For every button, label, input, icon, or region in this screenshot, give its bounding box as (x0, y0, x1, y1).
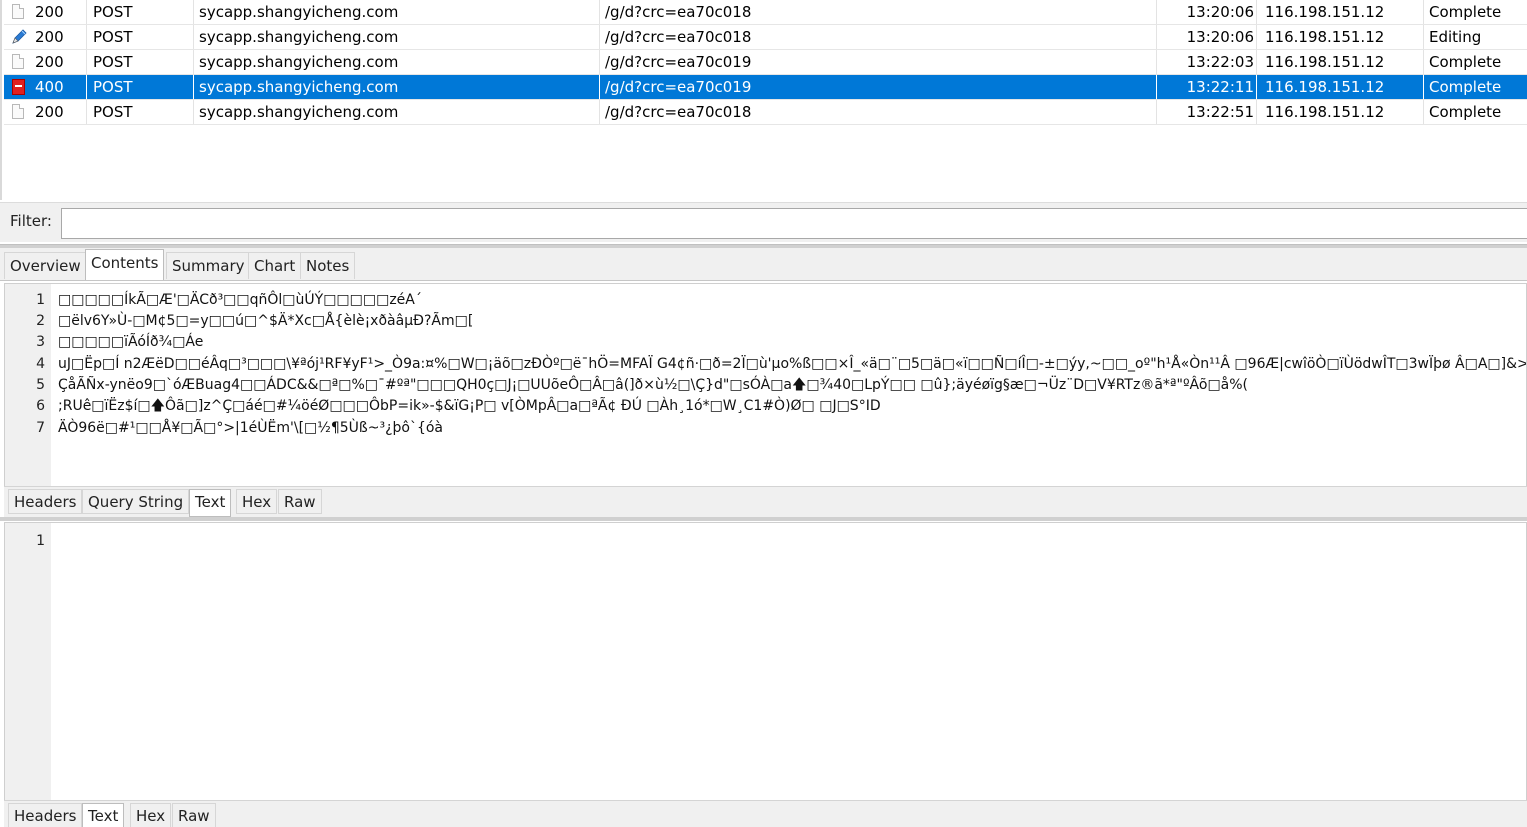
line-number: 7 (36, 420, 45, 436)
status-code-cell: 200 (32, 100, 87, 124)
status-code-cell: 200 (32, 50, 87, 74)
tab-headers[interactable]: Headers (8, 489, 83, 514)
state-cell: Complete (1429, 103, 1502, 121)
line-number-gutter (5, 523, 51, 800)
path-cell: /g/d?crc=ea70c018 (602, 0, 1157, 24)
time-cell: 13:20:06 (1159, 0, 1257, 24)
request-list[interactable]: 200 POST sycapp.shangyicheng.com /g/d?cr… (0, 0, 1527, 200)
request-status-icon (6, 25, 28, 49)
path-cell: /g/d?crc=ea70c018 (602, 25, 1157, 49)
method-cell: POST (90, 100, 194, 124)
time-cell: 13:22:03 (1159, 50, 1257, 74)
time-cell: 13:22:51 (1159, 100, 1257, 124)
method-cell: POST (90, 50, 194, 74)
document-icon (12, 104, 24, 119)
remote-ip-cell: 116.198.151.12 (1262, 0, 1424, 24)
line-number: 6 (36, 398, 45, 414)
request-row[interactable]: 200 POST sycapp.shangyicheng.com /g/d?cr… (4, 25, 1527, 50)
host-cell: sycapp.shangyicheng.com (196, 75, 600, 99)
line-text: □□□□□ÍkÃ□Æ'□ÄCð³□□qñÔl□ùÚÝ□□□□□zéA´ (58, 292, 422, 308)
vertical-splitter[interactable] (0, 517, 1527, 521)
remote-ip-cell: 116.198.151.12 (1262, 50, 1424, 74)
error-document-icon (12, 79, 25, 95)
line-text: □ëlv6Y»Ù-□M¢5□=y□□ú□^$Ä*Xc□Å{èlè¡xðàâµÐ?… (58, 313, 474, 329)
state-cell: Editing (1429, 28, 1482, 46)
line-text: □□□□□ïÃóÍð¾□Áe (58, 334, 204, 350)
edit-pen-icon (12, 29, 27, 44)
line-text: ;RUê□ïËz$í□🡅Ôã□]z^Ç□áé□#¼öéØ□□□ÔbP=ik»-$… (58, 398, 881, 414)
host-cell: sycapp.shangyicheng.com (196, 25, 600, 49)
path-cell: /g/d?crc=ea70c019 (602, 75, 1157, 99)
host-cell: sycapp.shangyicheng.com (196, 0, 600, 24)
time-cell: 13:22:11 (1159, 75, 1257, 99)
tab-query-string[interactable]: Query String (82, 489, 190, 514)
state-cell: Complete (1429, 78, 1502, 96)
tab-chart[interactable]: Chart (248, 252, 302, 279)
request-view-tabs: Headers Query String Text Hex Raw (4, 486, 1527, 517)
method-cell: POST (90, 0, 194, 24)
state-cell: Complete (1429, 3, 1502, 21)
tab-summary[interactable]: Summary (166, 252, 251, 279)
document-icon (12, 4, 24, 19)
line-number: 1 (36, 292, 45, 308)
state-cell: Complete (1429, 53, 1502, 71)
line-number: 5 (36, 377, 45, 393)
tab-notes[interactable]: Notes (300, 252, 356, 279)
request-body-editor[interactable]: 1 □□□□□ÍkÃ□Æ'□ÄCð³□□qñÔl□ùÚÝ□□□□□zéA´ 2 … (4, 283, 1527, 487)
request-row-selected[interactable]: 400 POST sycapp.shangyicheng.com /g/d?cr… (4, 75, 1527, 100)
method-cell: POST (90, 75, 194, 99)
method-cell: POST (90, 25, 194, 49)
line-number: 1 (36, 533, 45, 549)
status-code-cell: 200 (32, 25, 87, 49)
line-text: ÄÒ96ë□#¹□□Å¥□Ã□°>|1éÙËm'\[□½¶5Ùß~³¿þô`{ó… (58, 420, 443, 436)
filter-bar: Filter: (0, 202, 1527, 242)
line-number: 3 (36, 334, 45, 350)
path-cell: /g/d?crc=ea70c019 (602, 50, 1157, 74)
inspector-tabs: Overview Contents Summary Chart Notes (0, 248, 1527, 281)
tab-contents[interactable]: Contents (85, 249, 165, 280)
line-text: ÇåÃÑx-ynëo9□`óÆBuag4□□ÁDC&&□ª□%□¯#ºª"□□□… (58, 377, 1249, 393)
request-row[interactable]: 200 POST sycapp.shangyicheng.com /g/d?cr… (4, 50, 1527, 75)
path-cell: /g/d?crc=ea70c018 (602, 100, 1157, 124)
tab-text[interactable]: Text (82, 803, 125, 827)
request-status-icon (6, 75, 28, 99)
line-number: 4 (36, 356, 45, 372)
tab-overview[interactable]: Overview (4, 252, 87, 279)
line-number: 2 (36, 313, 45, 329)
tab-text[interactable]: Text (189, 489, 232, 517)
request-row[interactable]: 200 POST sycapp.shangyicheng.com /g/d?cr… (4, 100, 1527, 125)
status-code-cell: 200 (32, 0, 87, 24)
filter-label: Filter: (10, 212, 52, 230)
tab-hex[interactable]: Hex (236, 489, 278, 514)
response-view-tabs: Headers Text Hex Raw (4, 800, 1527, 827)
host-cell: sycapp.shangyicheng.com (196, 50, 600, 74)
line-text: uJ□Ëp□Í n2ÆëD□□éÂq□³□□□\¥ªój¹RF¥yF¹>_Ò9a… (58, 356, 1527, 372)
filter-input[interactable] (61, 208, 1527, 239)
remote-ip-cell: 116.198.151.12 (1262, 25, 1424, 49)
remote-ip-cell: 116.198.151.12 (1262, 75, 1424, 99)
request-row[interactable]: 200 POST sycapp.shangyicheng.com /g/d?cr… (4, 0, 1527, 25)
document-icon (12, 54, 24, 69)
tab-headers[interactable]: Headers (8, 803, 83, 827)
time-cell: 13:20:06 (1159, 25, 1257, 49)
tab-raw[interactable]: Raw (172, 803, 216, 827)
status-code-cell: 400 (32, 75, 87, 99)
tab-hex[interactable]: Hex (130, 803, 172, 827)
request-status-icon (6, 50, 28, 74)
host-cell: sycapp.shangyicheng.com (196, 100, 600, 124)
response-body-editor[interactable]: 1 (4, 522, 1527, 801)
request-status-icon (6, 100, 28, 124)
tab-raw[interactable]: Raw (278, 489, 322, 514)
remote-ip-cell: 116.198.151.12 (1262, 100, 1424, 124)
request-status-icon (6, 0, 28, 24)
